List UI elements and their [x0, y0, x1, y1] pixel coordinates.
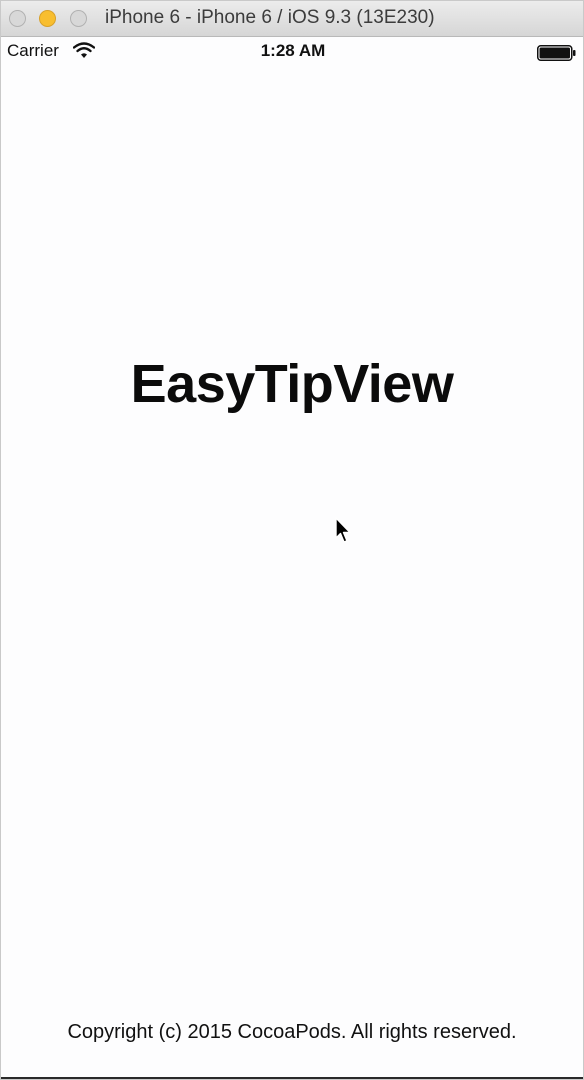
window-bottom-edge	[1, 1077, 583, 1079]
cursor-arrow-icon	[335, 517, 351, 543]
zoom-icon[interactable]	[70, 10, 87, 27]
window-titlebar[interactable]: iPhone 6 - iPhone 6 / iOS 9.3 (13E230)	[1, 1, 583, 37]
ios-status-bar: Carrier 1:28 AM	[1, 37, 583, 67]
status-time: 1:28 AM	[260, 41, 326, 60]
window-title: iPhone 6 - iPhone 6 / iOS 9.3 (13E230)	[105, 7, 435, 28]
minimize-icon[interactable]	[39, 10, 56, 27]
copyright-text: Copyright (c) 2015 CocoaPods. All rights…	[67, 1021, 517, 1043]
simulator-window: iPhone 6 - iPhone 6 / iOS 9.3 (13E230) C…	[0, 0, 584, 1080]
battery-icon	[537, 45, 576, 61]
close-icon[interactable]	[9, 10, 26, 27]
app-title: EasyTipView	[130, 354, 454, 414]
